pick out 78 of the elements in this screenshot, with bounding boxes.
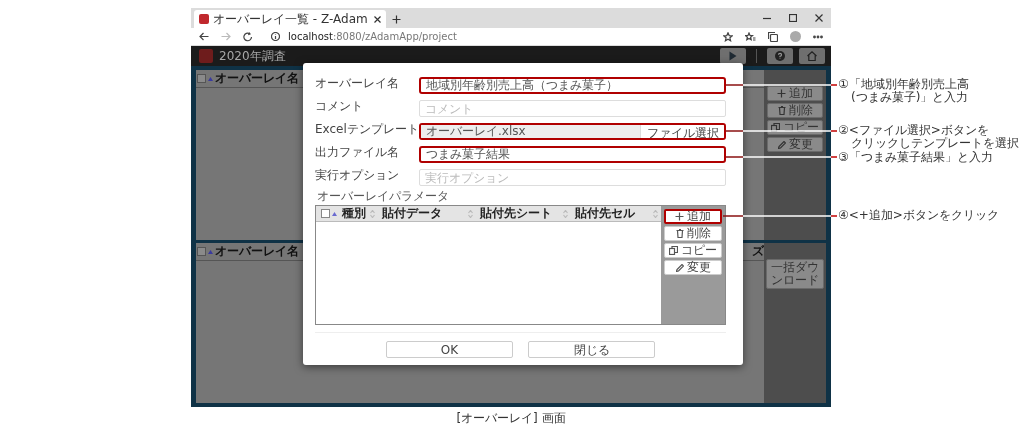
trash-icon: [675, 229, 684, 238]
sort-up-icon: [208, 249, 213, 254]
callout-text: ①「地域別年齢別売上高 (つまみ菓子)」と入力: [838, 78, 969, 104]
table-action-button[interactable]: コピー: [664, 243, 722, 258]
field-label: Excelテンプレート: [315, 123, 419, 138]
side-button[interactable]: 削除: [767, 103, 823, 118]
figure-caption: [オーバーレイ] 画面: [455, 410, 567, 427]
close-icon: [815, 14, 823, 22]
column-header[interactable]: 種別: [342, 205, 366, 222]
pencil-icon: [777, 140, 786, 149]
sort-icon: [468, 209, 473, 218]
trash-icon: [777, 106, 786, 115]
side-button[interactable]: 変更: [767, 137, 823, 152]
sort-icon: [653, 209, 658, 218]
plus-icon: [392, 15, 401, 24]
url-text: localhost:8080/zAdamApp/project: [288, 31, 457, 42]
app-logo-icon: [199, 49, 213, 63]
more-icon: [813, 34, 823, 39]
browser-tab[interactable]: オーバーレイ一覧 - Z-Adam: [194, 10, 386, 28]
callout-text: ④<+追加>ボタンをクリック: [838, 209, 999, 222]
home-button[interactable]: [799, 48, 825, 64]
table-action-button[interactable]: 追加: [664, 209, 722, 224]
plus-icon: [675, 212, 684, 221]
section-title: オーバーレイパラメータ: [317, 190, 450, 203]
sort-up-icon: [208, 76, 213, 81]
sort-icon: [370, 209, 375, 218]
sort-up-icon: [332, 211, 337, 216]
avatar-icon[interactable]: [790, 31, 801, 42]
favorites-icon: [745, 31, 756, 42]
field-label: コメント: [315, 100, 364, 115]
plus-icon: [777, 89, 786, 98]
column-header[interactable]: 貼付データ: [382, 205, 442, 222]
close-icon: [374, 15, 381, 23]
file-name-field[interactable]: オーバーレイ.xlsx: [421, 125, 640, 138]
copy-icon: [669, 246, 678, 255]
back-icon: [199, 32, 209, 41]
input-field[interactable]: つまみ菓子結果: [419, 146, 726, 163]
callout-text: ②<ファイル選択>ボタンを クリックしテンプレートを選択: [838, 124, 1019, 150]
favicon-icon: [199, 14, 209, 24]
forward-icon: [221, 32, 231, 41]
run-button[interactable]: [720, 48, 746, 64]
maximize-icon: [789, 14, 797, 22]
column-header[interactable]: 貼付先セル: [575, 205, 635, 222]
info-icon: [271, 32, 280, 41]
dialog-button[interactable]: 閉じる: [528, 341, 655, 358]
sort-icon: [563, 209, 568, 218]
checkbox[interactable]: [321, 209, 330, 218]
download-all-button[interactable]: 一括ダウンロード: [766, 259, 824, 289]
checkbox[interactable]: [197, 247, 206, 256]
collections-icon: [768, 31, 778, 42]
star-icon: [723, 31, 733, 42]
callout-text: ③「つまみ菓子結果」と入力: [838, 151, 993, 164]
field-label: オーバーレイ名: [315, 77, 400, 92]
dialog-button[interactable]: OK: [386, 341, 513, 358]
field-label: 実行オプション: [315, 169, 400, 184]
address-bar[interactable]: localhost:8080/zAdamApp/project: [265, 29, 711, 44]
field-label: 出力ファイル名: [315, 146, 400, 161]
checkbox[interactable]: [197, 74, 206, 83]
help-icon: [775, 51, 785, 61]
play-icon: [729, 51, 737, 61]
file-select-button[interactable]: ファイル選択: [640, 125, 724, 138]
table-action-button[interactable]: 削除: [664, 226, 722, 241]
copy-icon: [771, 123, 780, 132]
pencil-icon: [675, 263, 684, 272]
project-title: 2020年調査: [219, 47, 287, 65]
table-action-button[interactable]: 変更: [664, 260, 722, 275]
input-field[interactable]: 実行オプション: [419, 169, 726, 186]
column-header[interactable]: オーバーレイ名: [215, 70, 299, 87]
side-button[interactable]: 追加: [767, 86, 823, 101]
column-header[interactable]: オーバーレイ名: [215, 243, 299, 260]
help-button[interactable]: [767, 48, 793, 64]
input-field[interactable]: コメント: [419, 100, 726, 117]
input-field[interactable]: 地域別年齢別売上高（つまみ菓子）: [419, 77, 726, 94]
column-header[interactable]: 貼付先シート: [480, 205, 552, 222]
home-icon: [807, 51, 817, 61]
file-picker[interactable]: オーバーレイ.xlsx ファイル選択: [419, 123, 726, 140]
reload-icon: [243, 31, 253, 42]
column-header[interactable]: ズ: [752, 243, 764, 260]
